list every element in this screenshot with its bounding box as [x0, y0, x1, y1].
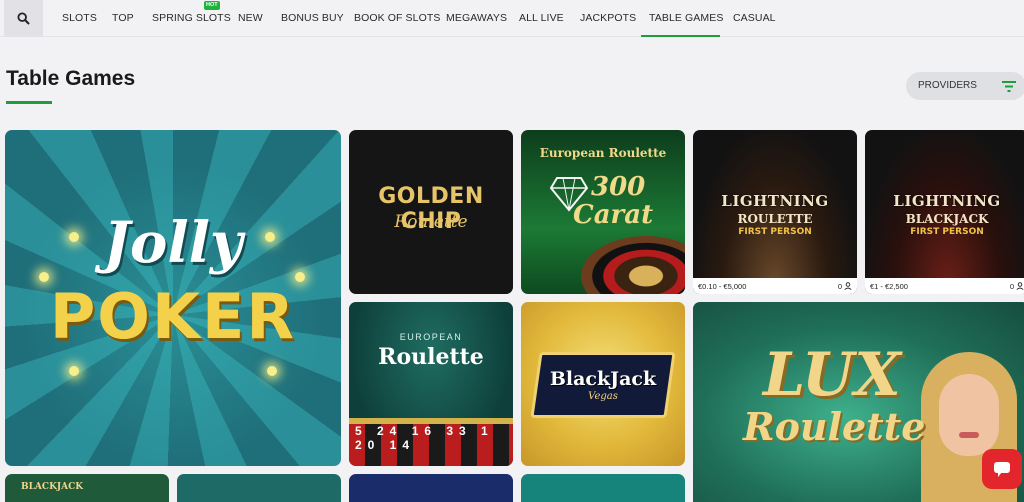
page-title: Table Games: [6, 67, 136, 90]
tile-title-script: Jolly: [103, 210, 243, 276]
bet-limits: €1 - €2,500: [870, 281, 908, 291]
tile-subtitle: Carat: [573, 200, 654, 230]
game-tile-golden-chip-roulette[interactable]: GOLDEN CHIP Roulette: [349, 130, 513, 294]
nav-item-top[interactable]: TOP: [112, 0, 134, 37]
tile-subtitle: Roulette: [394, 212, 468, 232]
game-tile-european-roulette[interactable]: EUROPEAN Roulette 5 24 16 33 1 20 14: [349, 302, 513, 466]
chat-icon: [994, 462, 1010, 477]
game-tile-lightning-roulette[interactable]: LIGHTNING ROULETTE FIRST PERSON €0.10 - …: [693, 130, 857, 294]
player-count: 0: [1010, 282, 1024, 291]
game-tile-lightning-blackjack[interactable]: LIGHTNING BLACKJACK FIRST PERSON €1 - €2…: [865, 130, 1024, 294]
search-button[interactable]: [4, 0, 43, 37]
tile-number: 300: [591, 172, 646, 202]
tile-title: POKER: [49, 280, 297, 353]
player-count-value: 0: [837, 281, 842, 291]
nav-item-megaways[interactable]: MEGAWAYS: [446, 0, 507, 37]
nav-item-all-live[interactable]: ALL LIVE: [519, 0, 564, 37]
top-nav: SLOTS TOP SPRING SLOTS HOT NEW BONUS BUY…: [0, 0, 1024, 37]
light-dot: [267, 366, 277, 376]
light-dot: [69, 366, 79, 376]
tile-title: LIGHTNING: [721, 192, 829, 210]
player-count: 0: [838, 282, 852, 291]
nav-item-bonus-buy[interactable]: BONUS BUY: [281, 0, 344, 37]
game-tile-jolly-poker[interactable]: Jolly POKER: [5, 130, 341, 466]
filter-icon: [1002, 81, 1016, 92]
nav-item-new[interactable]: NEW: [238, 0, 263, 37]
dealer-face: [939, 374, 999, 456]
title-underline: [6, 101, 52, 104]
tile-tag: EUROPEAN: [399, 332, 463, 342]
game-tile-300-carat-roulette[interactable]: European Roulette 300 Carat: [521, 130, 685, 294]
tile-subtitle: Roulette: [743, 404, 926, 449]
player-count-value: 0: [1009, 281, 1014, 291]
tile-subtitle: Vegas: [588, 391, 618, 402]
tile-subtitle: BLACKJACK: [905, 212, 989, 226]
game-tile-chips[interactable]: [521, 474, 685, 502]
nav-item-table-games[interactable]: TABLE GAMES: [641, 0, 723, 37]
roulette-wheel-image: [581, 236, 685, 294]
game-tile-lux-roulette[interactable]: LUX Roulette: [693, 302, 1024, 502]
providers-button[interactable]: PROVIDERS: [906, 72, 1024, 100]
game-tile-blackjack-vegas[interactable]: BlackJack Vegas: [521, 302, 685, 466]
tile-footer: €1 - €2,500 0: [865, 278, 1024, 294]
tile-title: BlackJack: [549, 368, 657, 390]
tile-tag: FIRST PERSON: [910, 227, 984, 237]
game-tile-blackjack[interactable]: BLACKJACK: [5, 474, 169, 502]
player-icon: [844, 282, 852, 290]
providers-label: PROVIDERS: [918, 80, 977, 91]
search-icon: [17, 12, 30, 25]
nav-item-book-of-slots[interactable]: BOOK OF SLOTS: [354, 0, 440, 37]
tile-title: LUX: [763, 340, 901, 410]
tile-title: LIGHTNING: [893, 192, 1001, 210]
hot-badge: HOT: [204, 1, 220, 10]
nav-item-slots[interactable]: SLOTS: [62, 0, 97, 37]
dealer-lips: [959, 432, 979, 438]
nav-item-casual[interactable]: CASUAL: [733, 0, 776, 37]
bet-limits: €0.10 - €5,000: [698, 281, 747, 291]
wheel-numbers: 5 24 16 33 1 20 14: [355, 424, 494, 452]
tile-title: European Roulette: [539, 146, 667, 160]
tile-title: Roulette: [378, 344, 484, 370]
tile-footer: €0.10 - €5,000 0: [693, 278, 857, 294]
player-icon: [1016, 282, 1024, 290]
tile-title: BLACKJACK: [21, 482, 84, 492]
game-tile-roulette-blue[interactable]: [349, 474, 513, 502]
nav-item-jackpots[interactable]: JACKPOTS: [580, 0, 636, 37]
chat-button[interactable]: [982, 449, 1022, 489]
game-tile-cards[interactable]: [177, 474, 341, 502]
tile-tag: FIRST PERSON: [738, 227, 812, 237]
tile-subtitle: ROULETTE: [737, 212, 813, 226]
